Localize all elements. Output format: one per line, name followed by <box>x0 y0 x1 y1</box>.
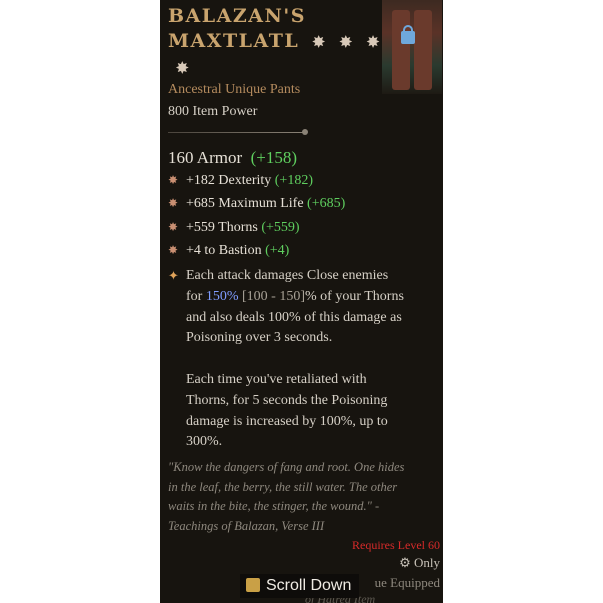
item-tooltip: BALAZAN'S MAXTLATL ✸ ✸ ✸ ✸ Ancestral Uni… <box>160 0 443 603</box>
scroll-down-button[interactable]: Scroll Down <box>240 574 360 598</box>
key-icon <box>246 578 260 592</box>
star-icon: ✸ <box>312 33 327 51</box>
armor-stat: 160 Armor (+158) <box>168 148 298 167</box>
gear-icon: ⚙ <box>399 555 411 570</box>
bullet-icon: ✸ <box>168 173 179 187</box>
bullet-icon: ✸ <box>168 196 179 210</box>
item-name: BALAZAN'S MAXTLATL ✸ ✸ ✸ ✸ <box>168 5 381 77</box>
item-image <box>382 0 442 94</box>
affix-dexterity: ✸ +182 Dexterity (+182) <box>168 173 313 188</box>
level-requirement: Requires Level 60 <box>352 538 440 552</box>
unique-star-icon: ✦ <box>168 268 179 283</box>
bullet-icon: ✸ <box>168 243 179 257</box>
flavor-text: "Know the dangers of fang and root. One … <box>168 460 405 533</box>
only-label: ⚙ Only <box>399 555 440 570</box>
divider <box>168 129 308 135</box>
bullet-icon: ✸ <box>168 220 179 234</box>
affix-maximum-life: ✸ +685 Maximum Life (+685) <box>168 196 346 211</box>
unique-power: ✦ Each attack damages Close enemies for … <box>168 268 404 450</box>
lock-icon[interactable] <box>401 25 415 44</box>
item-power: 800 Item Power <box>168 104 258 119</box>
star-icon: ✸ <box>366 33 381 51</box>
affix-bastion: ✸ +4 to Bastion (+4) <box>168 243 290 258</box>
item-type: Ancestral Unique Pants <box>168 82 301 97</box>
star-icon: ✸ <box>176 59 191 77</box>
affix-thorns: ✸ +559 Thorns (+559) <box>168 220 300 235</box>
star-icon: ✸ <box>339 33 354 51</box>
